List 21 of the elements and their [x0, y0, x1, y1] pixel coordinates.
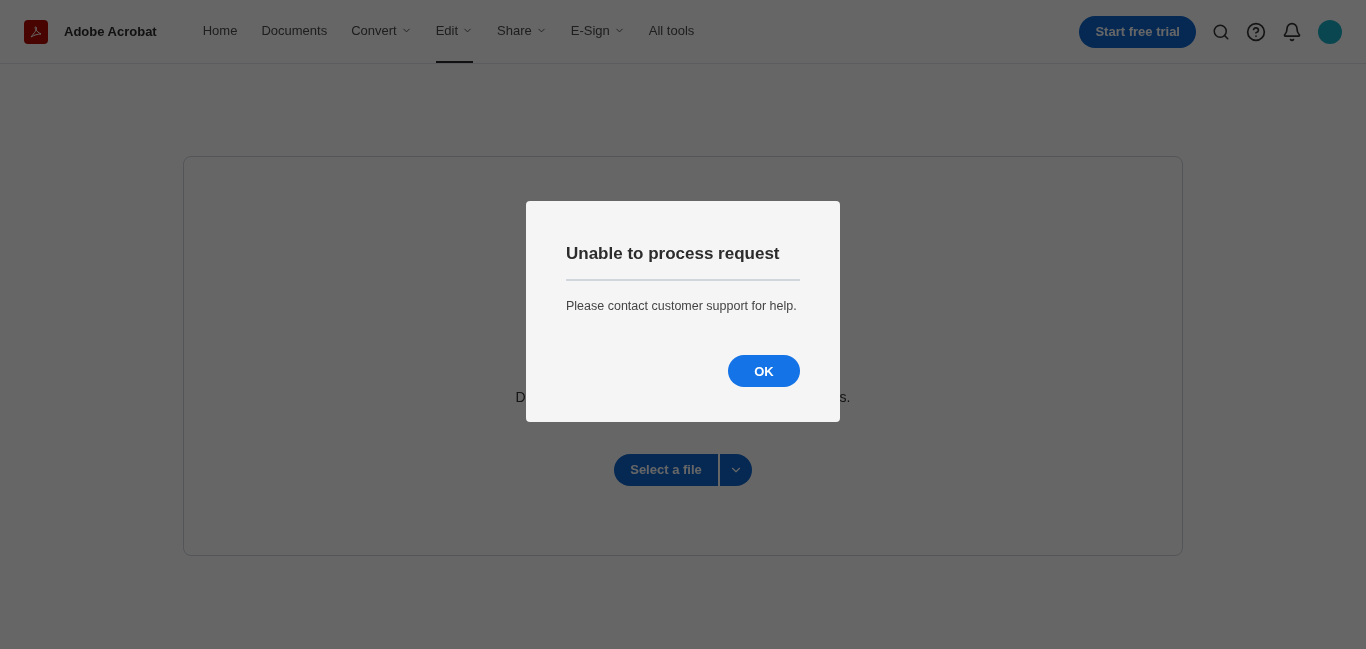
select-file-button[interactable]: Select a file — [614, 454, 718, 486]
help-icon[interactable] — [1246, 21, 1266, 42]
upload-hint: s. — [839, 388, 851, 407]
nav-tab[interactable]: E-Sign — [570, 0, 625, 63]
nav-tab[interactable]: Convert — [351, 0, 412, 63]
bell-icon[interactable] — [1282, 21, 1302, 42]
avatar[interactable] — [1318, 19, 1342, 44]
nav-tab[interactable]: Home — [202, 0, 238, 63]
nav-tab[interactable]: Share — [497, 0, 547, 63]
dialog-title: Unable to process request — [566, 241, 800, 281]
search-icon[interactable] — [1212, 22, 1230, 41]
start-trial-button[interactable]: Start free trial — [1079, 15, 1196, 48]
nav-tab[interactable]: All tools — [648, 0, 695, 63]
dialog-message: Please contact customer support for help. — [566, 297, 798, 315]
dropdown-button[interactable] — [719, 454, 752, 486]
ok-button[interactable]: OK — [728, 355, 800, 388]
nav-tab[interactable]: Documents — [261, 0, 328, 63]
upload-hint: D — [515, 388, 526, 407]
nav-tab[interactable]: Edit — [435, 0, 474, 63]
app-name: Adobe Acrobat — [64, 22, 157, 41]
app-logo-icon[interactable] — [24, 19, 48, 44]
